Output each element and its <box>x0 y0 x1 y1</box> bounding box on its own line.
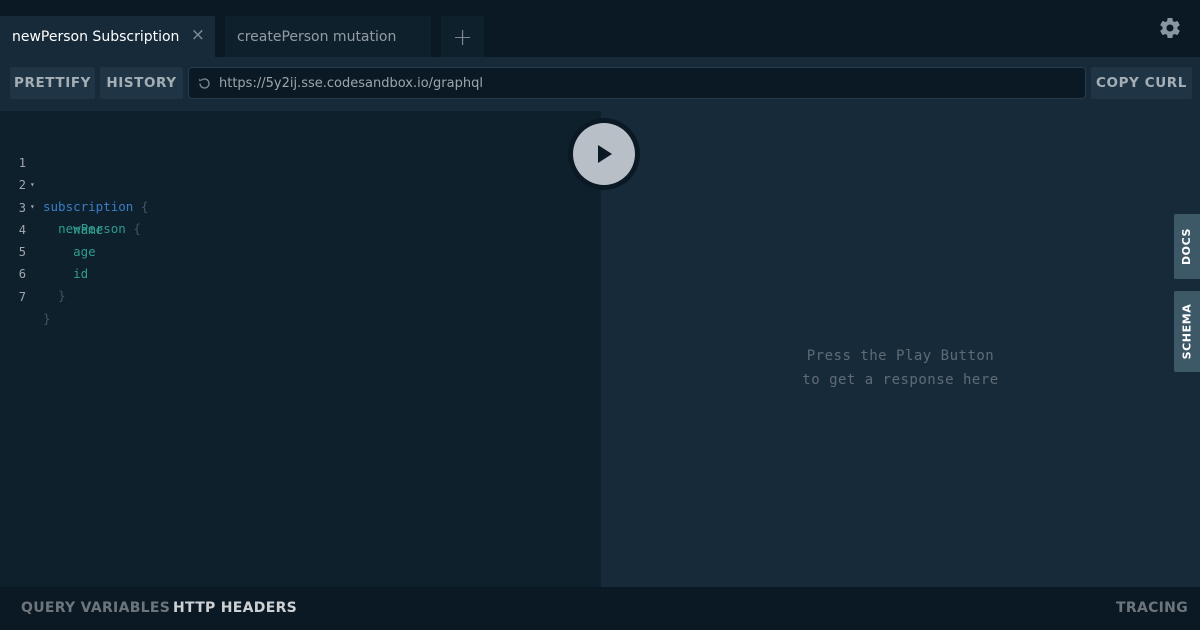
toolbar: PRETTIFY HISTORY https://5y2ij.sse.codes… <box>0 57 1200 111</box>
play-icon <box>598 145 612 163</box>
line-number: 7 <box>18 290 26 304</box>
tab-label: createPerson mutation <box>237 28 397 45</box>
code-line: 1 ▾ subscription { <box>0 130 149 214</box>
bottom-bar: QUERY VARIABLES HTTP HEADERS TRACING <box>0 587 1200 630</box>
field-age: age <box>73 244 96 259</box>
tracing-tab[interactable]: TRACING <box>1116 600 1188 616</box>
reload-icon[interactable] <box>197 76 212 91</box>
closing-brace: } <box>58 288 66 303</box>
result-placeholder: Press the Play Button to get a response … <box>802 348 999 388</box>
tab-label: newPerson Subscription <box>12 28 180 45</box>
tab-bar: newPerson Subscription × createPerson mu… <box>0 0 1200 57</box>
code-line: 5 id <box>0 219 88 281</box>
prettify-button[interactable]: PRETTIFY <box>10 67 95 99</box>
code-line: 3 name <box>0 175 103 237</box>
code-line: 2 ▾ newPerson { <box>0 152 141 236</box>
field-name: name <box>73 222 104 237</box>
result-pane: Press the Play Button to get a response … <box>601 111 1200 587</box>
plus-icon: + <box>452 22 473 51</box>
tab-new-person-subscription[interactable]: newPerson Subscription × <box>0 16 215 57</box>
code-line: 7 } <box>0 264 51 326</box>
code-line: 4 age <box>0 197 96 259</box>
copy-curl-button[interactable]: COPY CURL <box>1091 67 1192 99</box>
http-headers-tab[interactable]: HTTP HEADERS <box>173 600 297 616</box>
execute-query-button[interactable] <box>568 118 640 190</box>
add-tab-button[interactable]: + <box>441 16 484 57</box>
history-button[interactable]: HISTORY <box>100 67 183 99</box>
docs-tab[interactable]: DOCS <box>1174 214 1200 279</box>
code-line: 6 } <box>0 241 66 303</box>
endpoint-url-input[interactable]: https://5y2ij.sse.codesandbox.io/graphql <box>188 67 1086 99</box>
keyword-subscription: subscription <box>43 199 134 214</box>
fold-arrow-icon[interactable]: ▾ <box>30 174 35 196</box>
schema-tab[interactable]: SCHEMA <box>1174 291 1200 372</box>
tab-create-person-mutation[interactable]: createPerson mutation <box>225 16 431 57</box>
query-editor[interactable]: 1 ▾ subscription { 2 ▾ newPerson { 3 nam… <box>0 111 601 587</box>
query-variables-tab[interactable]: QUERY VARIABLES <box>21 600 170 616</box>
close-icon[interactable]: × <box>191 27 205 44</box>
fold-arrow-icon[interactable]: ▾ <box>30 196 35 218</box>
closing-brace: } <box>43 311 51 326</box>
field-id: id <box>73 266 89 281</box>
gear-icon[interactable] <box>1158 16 1182 40</box>
endpoint-url-text: https://5y2ij.sse.codesandbox.io/graphql <box>219 75 483 91</box>
